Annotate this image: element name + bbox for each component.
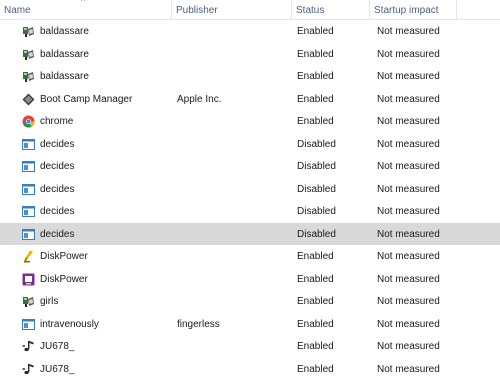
row-name-cell: JU678_ [40, 341, 75, 352]
row-publisher-cell: Apple Inc. [177, 93, 222, 105]
row-name-cell: chrome [40, 116, 74, 127]
music-note-icon [22, 340, 35, 353]
row-status-cell: Enabled [297, 26, 334, 37]
row-status-cell: Disabled [297, 161, 336, 172]
column-header-name-label: Name [4, 5, 31, 16]
table-row[interactable]: decides Disabled Not measured [0, 133, 500, 156]
row-startup-impact-cell: Not measured [377, 161, 440, 172]
row-startup-impact-cell: Not measured [377, 228, 440, 240]
app-installer-icon [22, 295, 35, 308]
row-status-cell: Disabled [297, 228, 336, 240]
column-header-status-label: Status [296, 5, 325, 16]
disk-power-purple-icon [22, 273, 35, 286]
row-name-cell: Boot Camp Manager [40, 93, 133, 105]
column-header-publisher[interactable]: Publisher [171, 0, 291, 19]
table-row[interactable]: baldassare Enabled Not measured [0, 65, 500, 88]
row-name-cell: DiskPower [40, 273, 88, 285]
table-row[interactable]: decides Disabled Not measured [0, 178, 500, 201]
window-app-icon [22, 183, 35, 196]
row-startup-impact-cell: Not measured [377, 116, 440, 127]
column-header-startup-impact-label: Startup impact [374, 5, 439, 16]
app-installer-icon [22, 48, 35, 61]
row-name-cell: decides [40, 161, 75, 172]
window-app-icon [22, 138, 35, 151]
row-status-cell: Enabled [297, 48, 334, 60]
row-status-cell: Disabled [297, 138, 336, 150]
row-publisher-cell: fingerless [177, 318, 220, 330]
row-status-cell: Enabled [297, 251, 334, 262]
row-startup-impact-cell: Not measured [377, 251, 440, 262]
row-startup-impact-cell: Not measured [377, 26, 440, 37]
column-header-name[interactable]: ^ Name [0, 0, 171, 19]
column-header-row: ^ Name Publisher Status Startup impact [0, 0, 500, 20]
window-app-icon [22, 205, 35, 218]
table-row[interactable]: decides Disabled Not measured [0, 200, 500, 223]
row-startup-impact-cell: Not measured [377, 138, 440, 150]
app-installer-icon [22, 70, 35, 83]
table-row[interactable]: JU678_ Enabled Not measured [0, 335, 500, 358]
row-name-cell: decides [40, 206, 75, 217]
table-row[interactable]: DiskPower Enabled Not measured [0, 268, 500, 291]
row-status-cell: Enabled [297, 341, 334, 352]
row-name-cell: decides [40, 228, 75, 240]
row-status-cell: Enabled [297, 71, 334, 82]
app-installer-icon [22, 25, 35, 38]
startup-apps-table: ^ Name Publisher Status Startup impact b… [0, 0, 500, 378]
row-startup-impact-cell: Not measured [377, 48, 440, 60]
row-name-cell: baldassare [40, 71, 89, 82]
row-startup-impact-cell: Not measured [377, 318, 440, 330]
table-row[interactable]: JU678_ Enabled Not measured [0, 358, 500, 378]
row-status-cell: Enabled [297, 363, 334, 375]
row-startup-impact-cell: Not measured [377, 183, 440, 195]
row-status-cell: Enabled [297, 93, 334, 105]
disk-power-yellow-icon [22, 250, 35, 263]
row-status-cell: Disabled [297, 206, 336, 217]
table-row[interactable]: decides Disabled Not measured [0, 155, 500, 178]
row-name-cell: intravenously [40, 318, 99, 330]
row-startup-impact-cell: Not measured [377, 341, 440, 352]
row-startup-impact-cell: Not measured [377, 206, 440, 217]
row-status-cell: Enabled [297, 296, 334, 307]
chrome-icon [22, 115, 35, 128]
row-startup-impact-cell: Not measured [377, 273, 440, 285]
row-name-cell: baldassare [40, 26, 89, 37]
row-startup-impact-cell: Not measured [377, 93, 440, 105]
column-header-status[interactable]: Status [291, 0, 369, 19]
table-row[interactable]: decides Disabled Not measured [0, 222, 500, 245]
window-app-icon [22, 228, 35, 241]
table-row[interactable]: DiskPower Enabled Not measured [0, 245, 500, 268]
row-name-cell: baldassare [40, 48, 89, 60]
table-row[interactable]: Boot Camp Manager Apple Inc. Enabled Not me… [0, 88, 500, 111]
window-app-icon [22, 160, 35, 173]
table-row[interactable]: girls Enabled Not measured [0, 290, 500, 313]
row-name-cell: girls [40, 296, 59, 307]
table-row[interactable]: baldassare Enabled Not measured [0, 20, 500, 43]
window-app-icon [22, 318, 35, 331]
row-startup-impact-cell: Not measured [377, 363, 440, 375]
table-row[interactable]: baldassare Enabled Not measured [0, 43, 500, 66]
music-note-icon [22, 363, 35, 376]
column-header-publisher-label: Publisher [176, 5, 218, 16]
boot-camp-icon [22, 93, 35, 106]
row-startup-impact-cell: Not measured [377, 296, 440, 307]
row-status-cell: Enabled [297, 116, 334, 127]
row-status-cell: Disabled [297, 183, 336, 195]
table-body: baldassare Enabled Not measured baldassare E… [0, 20, 500, 378]
row-status-cell: Enabled [297, 318, 334, 330]
row-name-cell: DiskPower [40, 251, 88, 262]
column-header-startup-impact[interactable]: Startup impact [369, 0, 457, 19]
row-name-cell: decides [40, 138, 75, 150]
table-row[interactable]: intravenously fingerless Enabled Not measur… [0, 313, 500, 336]
row-status-cell: Enabled [297, 273, 334, 285]
row-startup-impact-cell: Not measured [377, 71, 440, 82]
table-row[interactable]: chrome Enabled Not measured [0, 110, 500, 133]
row-name-cell: JU678_ [40, 363, 75, 375]
sort-ascending-icon: ^ [81, 0, 86, 6]
row-name-cell: decides [40, 183, 75, 195]
